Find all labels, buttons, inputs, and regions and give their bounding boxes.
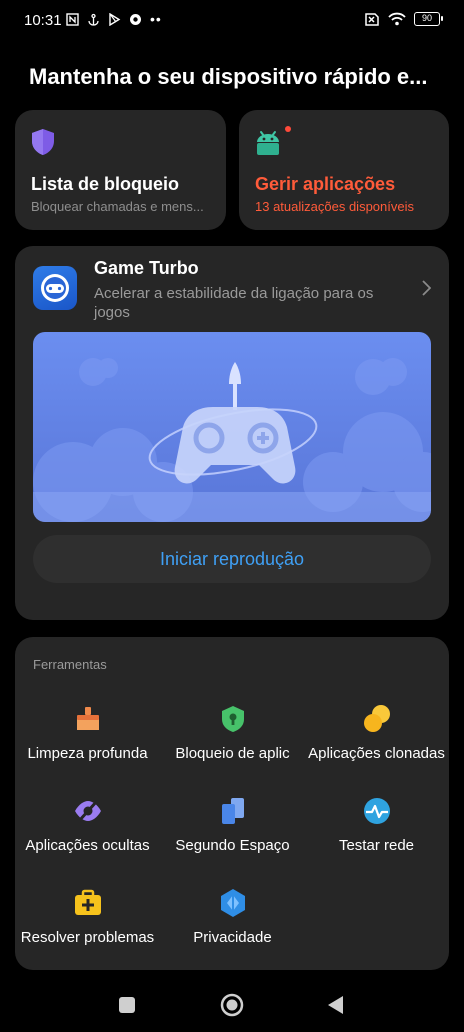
tool-label: Resolver problemas [20, 929, 155, 946]
manage-apps-subtitle: 13 atualizações disponíveis [255, 199, 414, 214]
anchor-icon [88, 13, 99, 26]
status-time: 10:31 [24, 12, 62, 29]
tool-label: Aplicações clonadas [308, 745, 445, 762]
nfc-icon [66, 13, 79, 26]
manage-apps-title: Gerir aplicações [255, 174, 396, 194]
home-button[interactable] [220, 993, 244, 1017]
network-test-icon [364, 798, 390, 824]
tool-second-space[interactable]: Segundo Espaço [160, 796, 305, 876]
tool-privacy[interactable]: Privacidade [160, 888, 305, 968]
tool-label: Bloqueio de aplic [175, 745, 290, 762]
tool-deep-clean[interactable]: Limpeza profunda [15, 704, 160, 784]
status-bar: 10:31 •• 90 [0, 0, 464, 44]
tool-label: Segundo Espaço [175, 837, 290, 854]
tools-card: Ferramentas Limpeza profunda Bloqueio de… [15, 637, 449, 970]
battery-indicator: 90 [414, 12, 443, 26]
shield-icon [32, 129, 54, 155]
more-notifications-icon: •• [150, 11, 162, 27]
privacy-icon [221, 889, 245, 917]
game-controller-illustration [33, 358, 431, 522]
tool-troubleshoot[interactable]: Resolver problemas [15, 888, 160, 968]
game-turbo-title: Game Turbo [94, 258, 199, 278]
recents-button[interactable] [118, 996, 136, 1014]
android-icon [257, 131, 279, 155]
tool-dual-apps[interactable]: Aplicações clonadas [304, 704, 449, 784]
game-turbo-card: Game Turbo Acelerar a estabilidade da li… [15, 246, 449, 620]
game-turbo-logo-icon [33, 266, 77, 310]
tool-label: Aplicações ocultas [25, 837, 150, 854]
blocklist-subtitle: Bloquear chamadas e mens... [31, 199, 204, 214]
tool-network-test[interactable]: Testar rede [304, 796, 449, 876]
update-badge [285, 126, 291, 132]
dual-apps-icon [364, 705, 390, 732]
navigation-bar [0, 980, 464, 1032]
tools-heading: Ferramentas [33, 657, 107, 672]
play-store-icon [109, 13, 121, 26]
tool-hidden-apps[interactable]: Aplicações ocultas [15, 796, 160, 876]
chrome-icon [130, 14, 141, 25]
wifi-icon [388, 12, 406, 26]
tool-label: Privacidade [193, 929, 272, 946]
start-game-button[interactable]: Iniciar reprodução [33, 535, 431, 583]
hidden-apps-icon [75, 799, 101, 823]
tool-label: Limpeza profunda [27, 745, 148, 762]
page-title: Mantenha o seu dispositivo rápido e... [29, 64, 428, 89]
troubleshoot-icon [75, 889, 101, 915]
tool-app-lock[interactable]: Bloqueio de aplic [160, 704, 305, 784]
no-sim-icon [365, 13, 379, 26]
chevron-right-icon[interactable] [421, 280, 431, 296]
app-lock-icon [222, 706, 244, 732]
tool-label: Testar rede [338, 837, 415, 854]
manage-apps-card[interactable]: Gerir aplicações 13 atualizações disponí… [239, 110, 449, 230]
broom-icon [77, 707, 99, 730]
blocklist-title: Lista de bloqueio [31, 174, 180, 194]
game-turbo-description: Acelerar a estabilidade da ligação para … [94, 285, 374, 321]
blocklist-card[interactable]: Lista de bloqueio Bloquear chamadas e me… [15, 110, 226, 230]
second-space-icon [222, 798, 244, 824]
game-turbo-banner [33, 332, 431, 522]
back-button[interactable] [326, 995, 344, 1015]
